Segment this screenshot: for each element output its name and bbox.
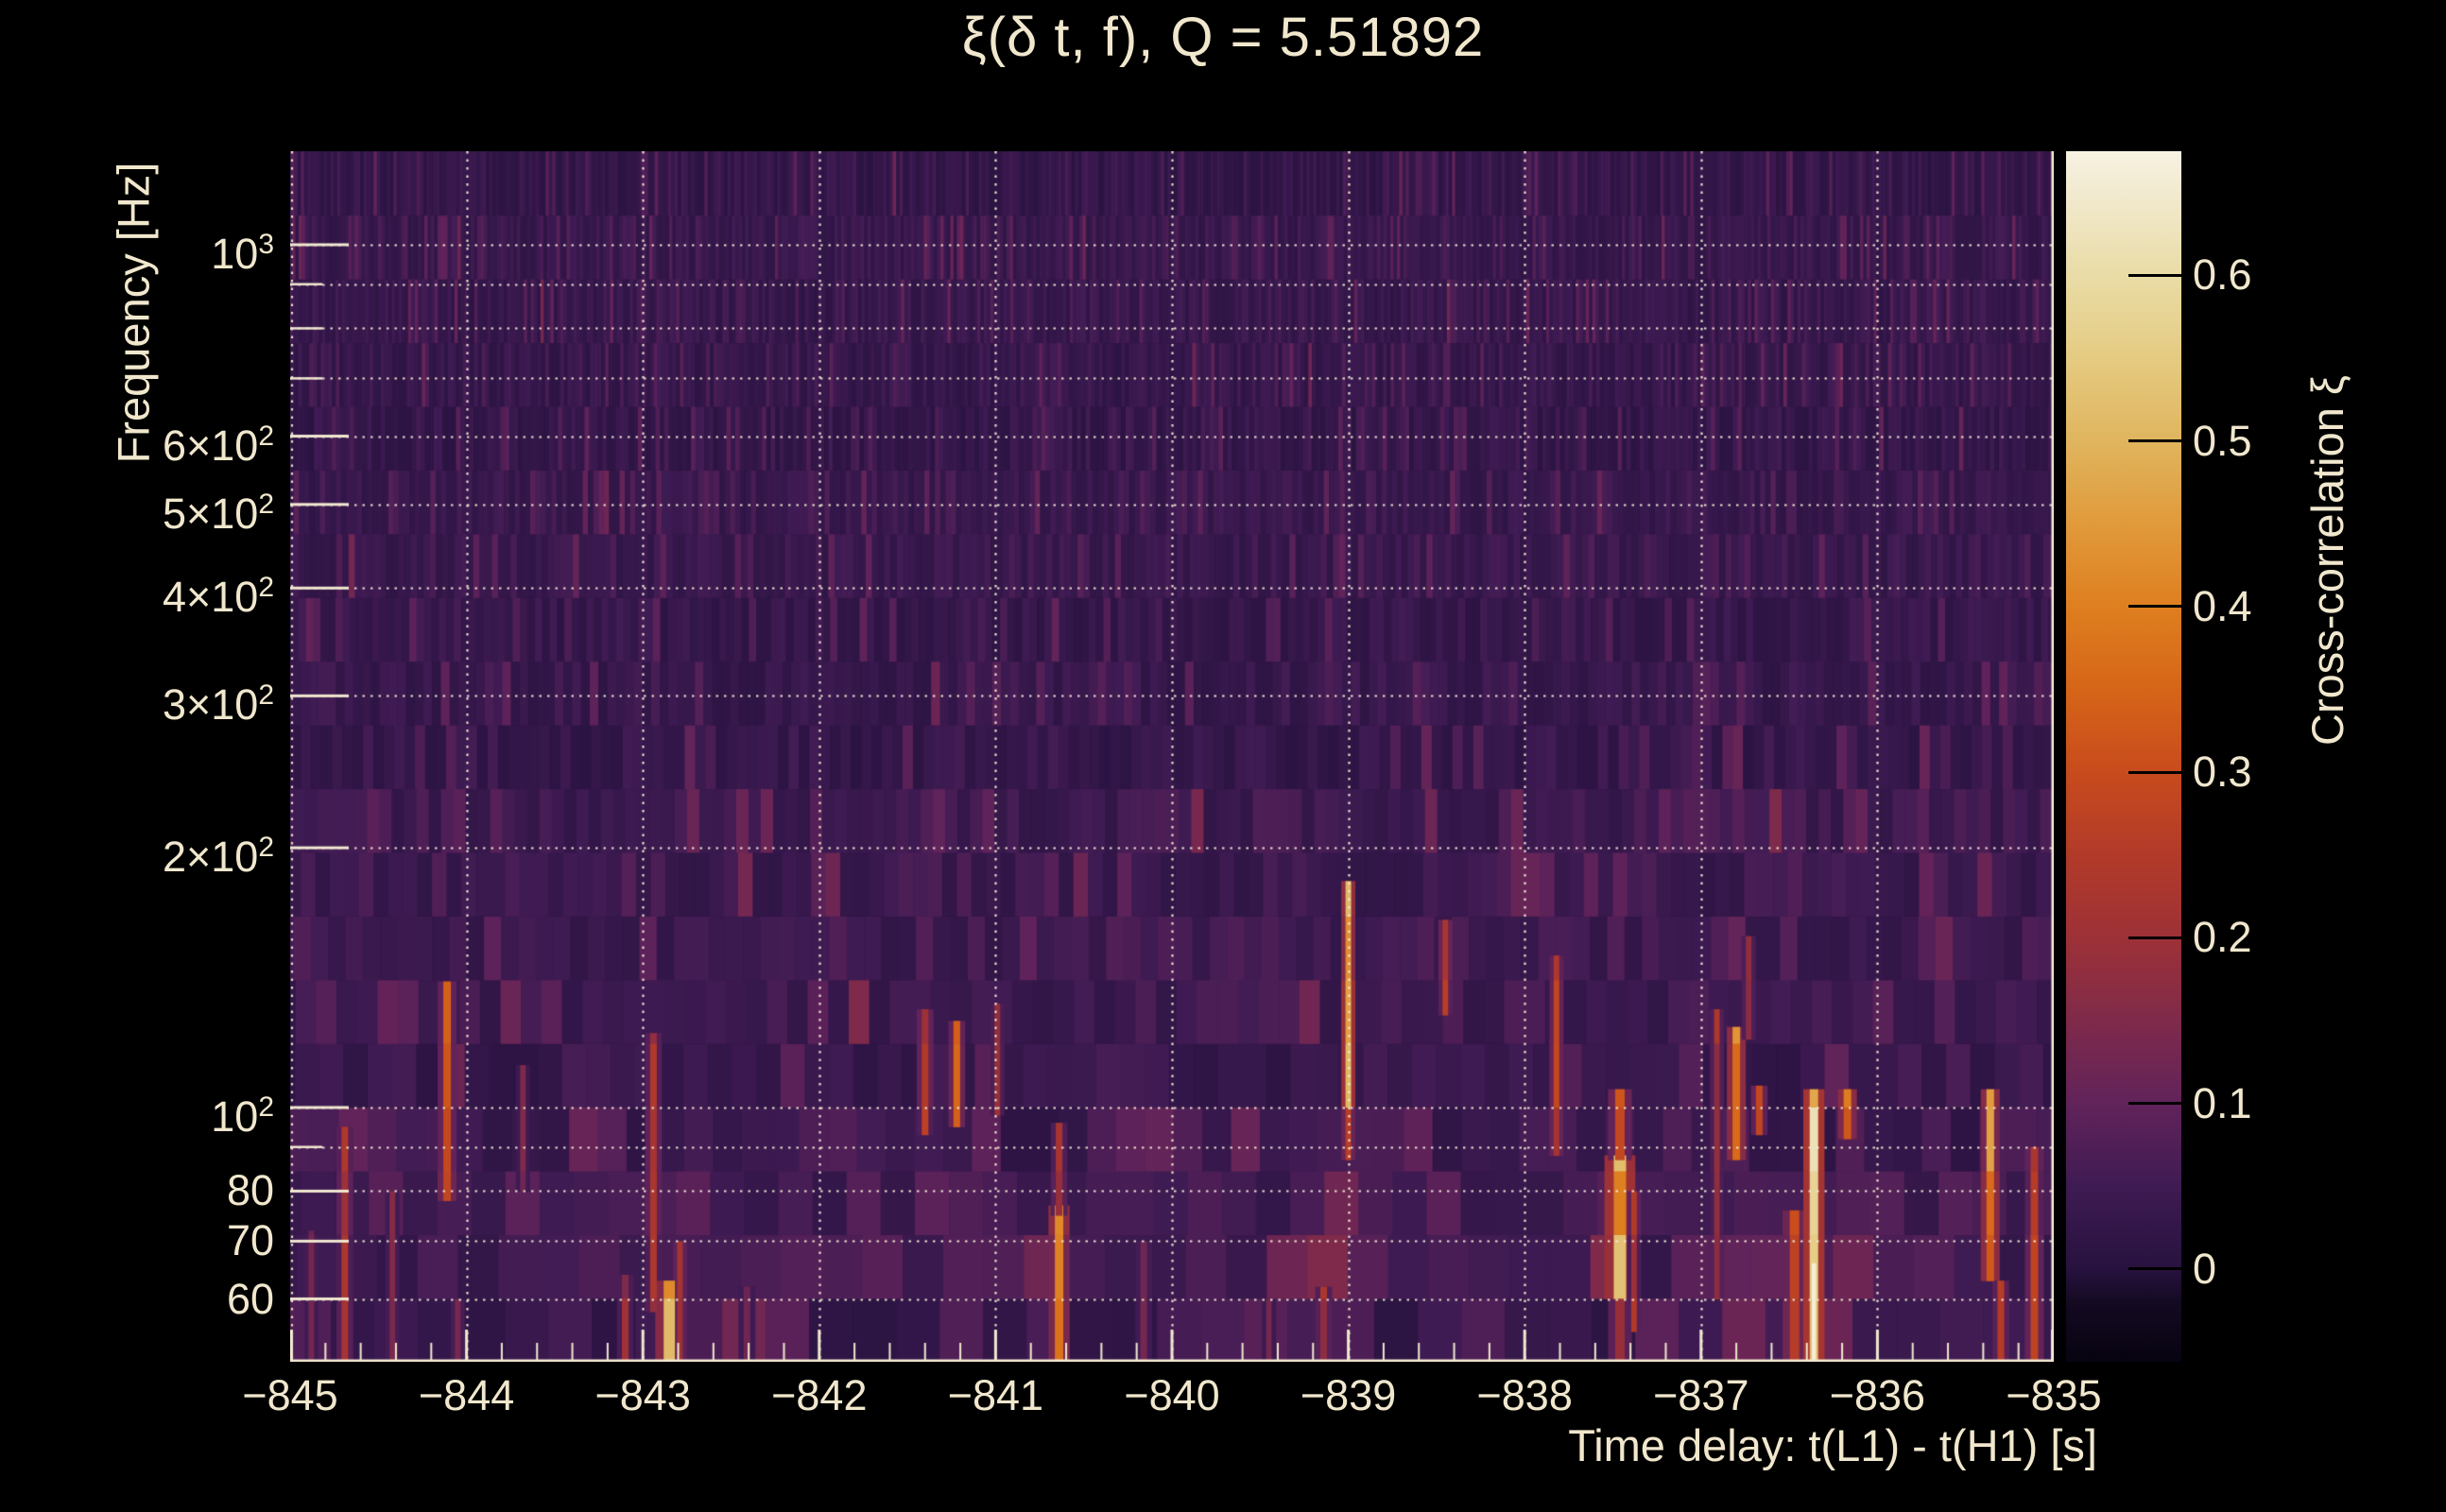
y-tick-label: 80 — [226, 1166, 274, 1215]
colorbar-tick-label: 0 — [2193, 1244, 2217, 1293]
colorbar-tick — [2128, 273, 2181, 277]
y-tick-label: 6×102 — [162, 420, 274, 470]
colorbar-tick — [2128, 1102, 2181, 1106]
x-axis-title: Time delay: t(L1) - t(H1) [s] — [1568, 1420, 2097, 1470]
plot-title: ξ(δ t, f), Q = 5.51892 — [961, 7, 1485, 68]
y-tick-label: 3×102 — [162, 679, 274, 730]
heatmap-plot-area — [290, 151, 2054, 1362]
colorbar-gradient — [2066, 151, 2181, 1362]
colorbar-title: Cross-correlation ξ — [2301, 375, 2352, 746]
y-tick-label: 70 — [226, 1216, 274, 1265]
colorbar-tick-label: 0.5 — [2193, 416, 2252, 465]
y-tick-label: 2×102 — [162, 832, 274, 882]
colorbar-tick-label: 0.1 — [2193, 1078, 2252, 1127]
colorbar-tick-label: 0.2 — [2193, 913, 2252, 962]
colorbar-tick — [2128, 439, 2181, 443]
y-tick-label: 5×102 — [162, 488, 274, 538]
colorbar-tick-label: 0.3 — [2193, 747, 2252, 797]
colorbar-tick — [2128, 770, 2181, 774]
colorbar-tick-label: 0.6 — [2193, 250, 2252, 300]
colorbar-tick — [2128, 605, 2181, 609]
y-tick-label: 4×102 — [162, 572, 274, 622]
y-tick-label: 102 — [211, 1091, 274, 1141]
y-tick-label: 60 — [226, 1274, 274, 1323]
colorbar-tick-label: 0.4 — [2193, 581, 2252, 630]
x-tick-label: −835 — [2006, 1371, 2102, 1419]
y-tick-label: 103 — [211, 228, 274, 278]
colorbar-tick — [2128, 1267, 2181, 1271]
colorbar-tick — [2128, 936, 2181, 939]
